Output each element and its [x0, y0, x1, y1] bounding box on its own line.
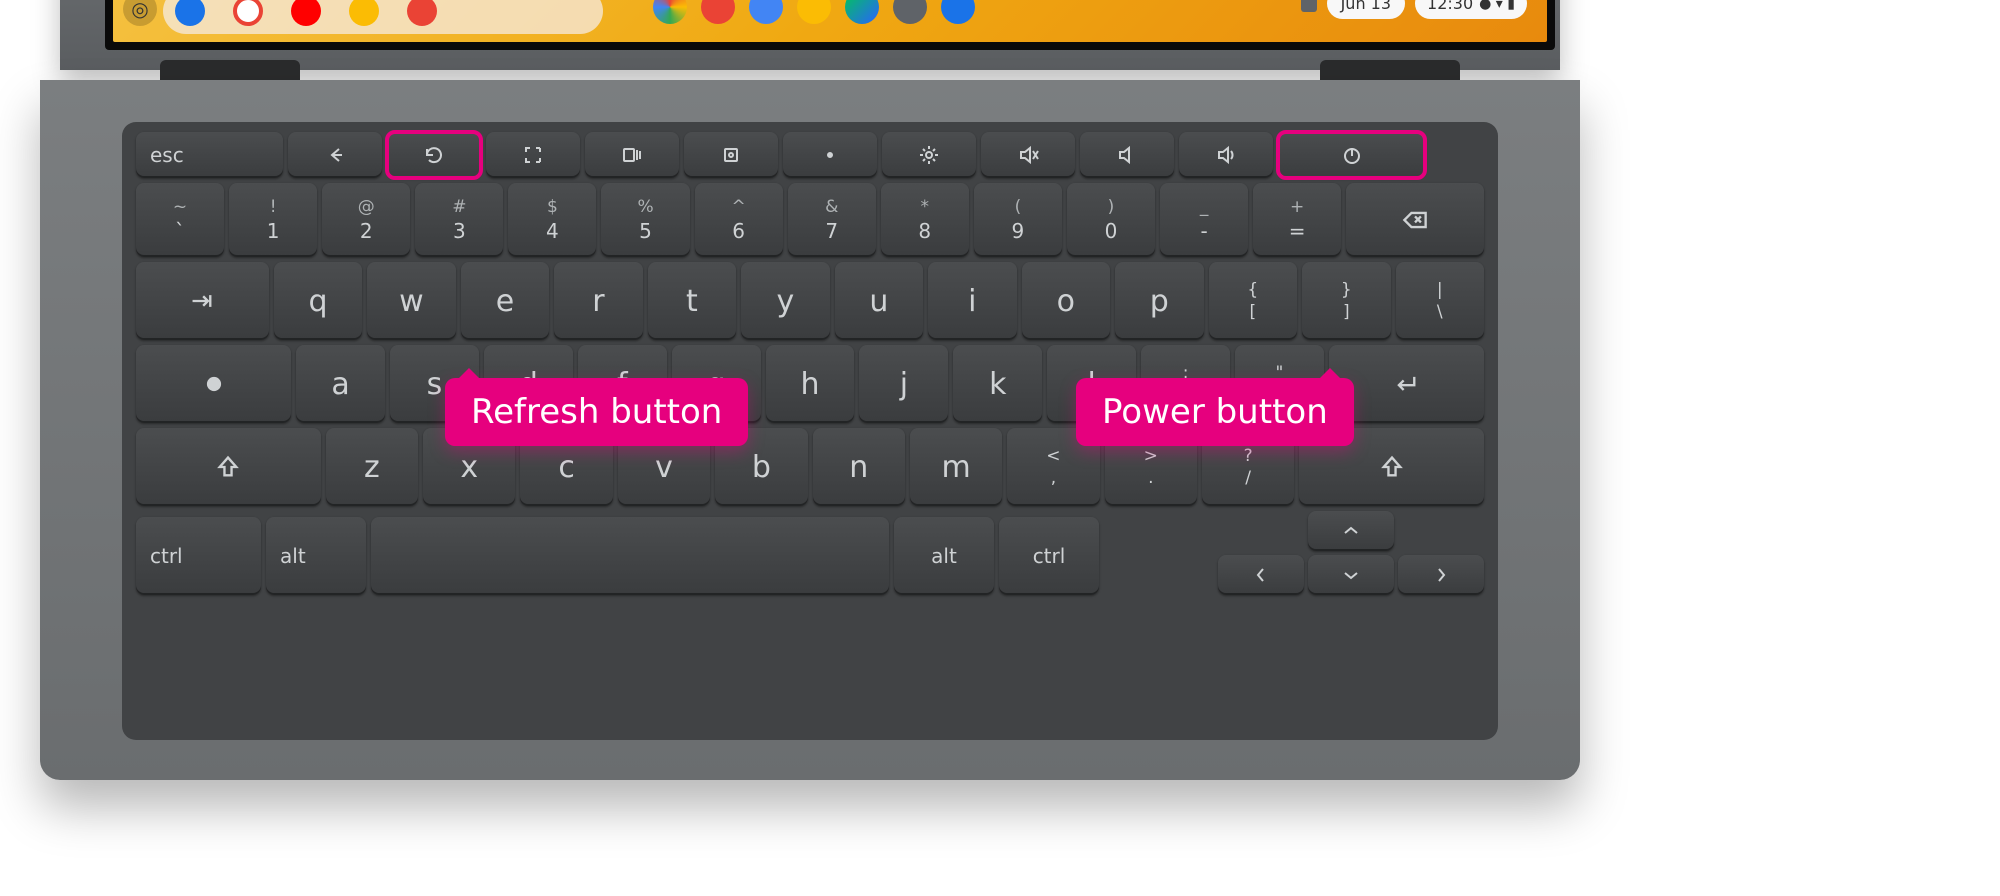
- space-key: [371, 517, 889, 595]
- gmail-icon: [701, 0, 735, 24]
- 4-key: $4: [508, 183, 596, 257]
- files-icon: [941, 0, 975, 24]
- i-key: i: [928, 262, 1016, 340]
- esc-key: esc: [136, 132, 283, 178]
- launcher-button: ◎: [123, 0, 157, 26]
- qwerty-row: qwertyuiop{[}]|\: [136, 262, 1484, 340]
- r-key: r: [554, 262, 642, 340]
- docs-icon: [749, 0, 783, 24]
- o-key: o: [1022, 262, 1110, 340]
- mute-key: [981, 132, 1075, 178]
- display: ◎: [105, 0, 1555, 50]
- w-key: w: [367, 262, 455, 340]
- y-key: y: [741, 262, 829, 340]
- 0-key: )0: [1067, 183, 1155, 257]
- chrome-icon: [653, 0, 687, 24]
- alt-right-key: alt: [894, 517, 994, 595]
- 1-key: !1: [229, 183, 317, 257]
- function-row: esc: [136, 132, 1484, 178]
- number-row: ~`!1@2#3$4%5^6&7*8(9)0_-+=: [136, 183, 1484, 257]
- settings-icon: [893, 0, 927, 24]
- 5-key: %5: [601, 183, 689, 257]
- brightness-down-key: [783, 132, 877, 178]
- tray-date: Jun 13: [1327, 0, 1405, 19]
- shelf: [163, 0, 603, 34]
- play-icon: [845, 0, 879, 24]
- 3-key: #3: [415, 183, 503, 257]
- 7-key: &7: [788, 183, 876, 257]
- phone-icon: [175, 0, 205, 26]
- back-key: [288, 132, 382, 178]
- minus-key: _-: [1160, 183, 1248, 257]
- google-icon: [233, 0, 263, 26]
- arrow-keys: [1218, 511, 1484, 595]
- screenshot-key: [684, 132, 778, 178]
- bracket-close-key: }]: [1302, 262, 1390, 340]
- equals-key: +=: [1253, 183, 1341, 257]
- arrow-up-key: [1308, 511, 1394, 551]
- time-text: 12:30: [1427, 0, 1473, 13]
- tilde-key: ~`: [136, 183, 224, 257]
- refresh-key: [387, 132, 481, 178]
- 2-key: @2: [322, 183, 410, 257]
- n-key: n: [813, 428, 905, 506]
- volume-up-key: [1179, 132, 1273, 178]
- app-icon: [407, 0, 437, 26]
- j-key: j: [859, 345, 948, 423]
- p-key: p: [1115, 262, 1203, 340]
- ctrl-left-key: ctrl: [136, 517, 261, 595]
- refresh-callout: Refresh button: [445, 378, 748, 446]
- overview-key: [585, 132, 679, 178]
- youtube-icon: [291, 0, 321, 26]
- bottom-row: ctrlaltaltctrl: [136, 511, 1484, 595]
- pinned-apps: [653, 0, 975, 24]
- tray-time: 12:30 ● ▾ ▮: [1415, 0, 1527, 19]
- arrow-left-key: [1218, 555, 1304, 595]
- volume-down-key: [1080, 132, 1174, 178]
- system-tray: Jun 13 12:30 ● ▾ ▮: [1301, 0, 1527, 19]
- t-key: t: [648, 262, 736, 340]
- power-callout: Power button: [1076, 378, 1354, 446]
- arrow-right-key: [1398, 555, 1484, 595]
- power-key: [1278, 132, 1425, 178]
- q-key: q: [274, 262, 362, 340]
- 9-key: (9: [974, 183, 1062, 257]
- h-key: h: [766, 345, 855, 423]
- k-key: k: [953, 345, 1042, 423]
- 6-key: ^6: [695, 183, 783, 257]
- arrow-down-key: [1308, 555, 1394, 595]
- ctrl-right-key: ctrl: [999, 517, 1099, 595]
- tab-key: [136, 262, 269, 340]
- shift-left-key: [136, 428, 321, 506]
- backspace-key: [1346, 183, 1484, 257]
- search-key: [136, 345, 291, 423]
- calendar-icon: [797, 0, 831, 24]
- backslash-key: |\: [1396, 262, 1484, 340]
- alt-left-key: alt: [266, 517, 366, 595]
- e-key: e: [461, 262, 549, 340]
- z-key: z: [326, 428, 418, 506]
- fullscreen-key: [486, 132, 580, 178]
- tray-status-icon: [1301, 0, 1317, 12]
- desktop-wallpaper: ◎: [113, 0, 1547, 42]
- u-key: u: [835, 262, 923, 340]
- brightness-up-key: [882, 132, 976, 178]
- bracket-open-key: {[: [1209, 262, 1297, 340]
- m-key: m: [910, 428, 1002, 506]
- keep-icon: [349, 0, 379, 26]
- a-key: a: [296, 345, 385, 423]
- 8-key: *8: [881, 183, 969, 257]
